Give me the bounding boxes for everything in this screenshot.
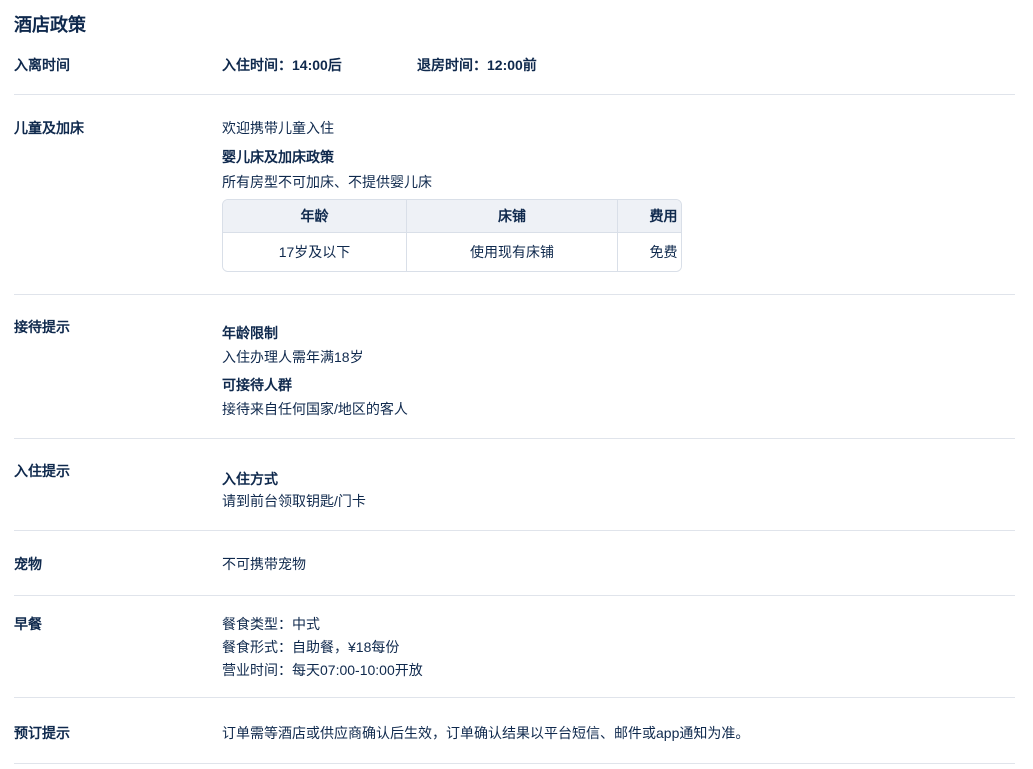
bed-policy-table: 年龄 床铺 费用 17岁及以下 使用现有床铺 免费 bbox=[222, 199, 682, 272]
bed-table-cell-bed: 使用现有床铺 bbox=[407, 233, 618, 272]
policy-row-times: 入离时间 入住时间：14:00后退房时间：12:00前 bbox=[14, 48, 1015, 95]
row-content-checkin: 入住方式 请到前台领取钥匙/门卡 bbox=[222, 439, 1015, 530]
row-label-reception: 接待提示 bbox=[14, 295, 222, 438]
page-title: 酒店政策 bbox=[14, 15, 1015, 35]
accepted-guests-text: 接待来自任何国家/地区的客人 bbox=[222, 399, 1015, 419]
row-content-times: 入住时间：14:00后退房时间：12:00前 bbox=[222, 48, 1015, 94]
row-content-children: 欢迎携带儿童入住 婴儿床及加床政策 所有房型不可加床、不提供婴儿床 年龄 床铺 … bbox=[222, 95, 1015, 294]
row-label-breakfast: 早餐 bbox=[14, 596, 222, 697]
crib-policy-heading: 婴儿床及加床政策 bbox=[222, 147, 1015, 167]
policy-row-checkin: 入住提示 入住方式 请到前台领取钥匙/门卡 bbox=[14, 439, 1015, 531]
policy-row-pets: 宠物 不可携带宠物 bbox=[14, 531, 1015, 596]
row-content-reception: 年龄限制 入住办理人需年满18岁 可接待人群 接待来自任何国家/地区的客人 bbox=[222, 295, 1015, 438]
row-content-breakfast: 餐食类型：中式 餐食形式：自助餐，¥18每份 营业时间：每天07:00-10:0… bbox=[222, 596, 1015, 697]
bed-table-header-age: 年龄 bbox=[223, 200, 407, 233]
policy-row-reception: 接待提示 年龄限制 入住办理人需年满18岁 可接待人群 接待来自任何国家/地区的… bbox=[14, 295, 1015, 439]
policy-row-breakfast: 早餐 餐食类型：中式 餐食形式：自助餐，¥18每份 营业时间：每天07:00-1… bbox=[14, 596, 1015, 698]
checkin-time-label: 入住时间： bbox=[222, 57, 292, 73]
breakfast-meal-format: 餐食形式：自助餐，¥18每份 bbox=[222, 637, 1015, 657]
row-label-pets: 宠物 bbox=[14, 531, 222, 595]
row-label-times: 入离时间 bbox=[14, 48, 222, 94]
checkin-time: 入住时间：14:00后 bbox=[222, 55, 417, 75]
row-label-children: 儿童及加床 bbox=[14, 95, 222, 294]
policy-row-children: 儿童及加床 欢迎携带儿童入住 婴儿床及加床政策 所有房型不可加床、不提供婴儿床 … bbox=[14, 95, 1015, 295]
checkin-method-heading: 入住方式 bbox=[222, 469, 1015, 489]
bed-table-header-row: 年龄 床铺 费用 bbox=[223, 200, 682, 233]
bed-table-cell-fee: 免费 bbox=[618, 233, 683, 272]
booking-confirm-text: 订单需等酒店或供应商确认后生效，订单确认结果以平台短信、邮件或app通知为准。 bbox=[222, 723, 1015, 743]
age-limit-text: 入住办理人需年满18岁 bbox=[222, 347, 1015, 367]
checkout-time: 退房时间：12:00前 bbox=[417, 57, 537, 73]
pets-text: 不可携带宠物 bbox=[222, 554, 1015, 574]
hotel-policy-panel: 酒店政策 入离时间 入住时间：14:00后退房时间：12:00前 儿童及加床 欢… bbox=[0, 0, 1033, 769]
table-row: 17岁及以下 使用现有床铺 免费 bbox=[223, 233, 682, 272]
checkin-method-text: 请到前台领取钥匙/门卡 bbox=[222, 491, 1015, 511]
bed-table-header-fee: 费用 bbox=[618, 200, 683, 233]
bed-table-header-bed: 床铺 bbox=[407, 200, 618, 233]
breakfast-hours: 营业时间：每天07:00-10:00开放 bbox=[222, 660, 1015, 680]
row-label-checkin: 入住提示 bbox=[14, 439, 222, 530]
accepted-guests-heading: 可接待人群 bbox=[222, 375, 1015, 395]
crib-policy-text: 所有房型不可加床、不提供婴儿床 bbox=[222, 172, 1015, 192]
row-content-pets: 不可携带宠物 bbox=[222, 531, 1015, 595]
row-content-booking: 订单需等酒店或供应商确认后生效，订单确认结果以平台短信、邮件或app通知为准。 bbox=[222, 698, 1015, 763]
policy-row-booking: 预订提示 订单需等酒店或供应商确认后生效，订单确认结果以平台短信、邮件或app通… bbox=[14, 698, 1015, 764]
checkout-time-label: 退房时间： bbox=[417, 57, 487, 73]
row-label-booking: 预订提示 bbox=[14, 698, 222, 763]
breakfast-meal-type: 餐食类型：中式 bbox=[222, 614, 1015, 634]
checkout-time-value: 12:00前 bbox=[487, 57, 537, 73]
children-welcome-text: 欢迎携带儿童入住 bbox=[222, 118, 1015, 138]
age-limit-heading: 年龄限制 bbox=[222, 323, 1015, 343]
bed-table-cell-age: 17岁及以下 bbox=[223, 233, 407, 272]
checkin-time-value: 14:00后 bbox=[292, 57, 342, 73]
